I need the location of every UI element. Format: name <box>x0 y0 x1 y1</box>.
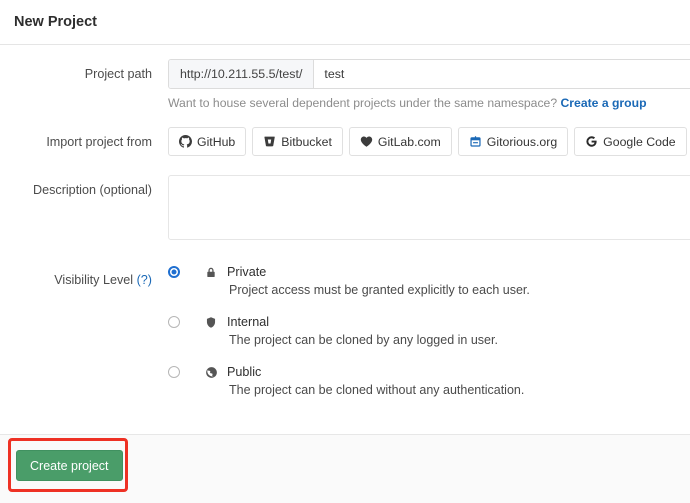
visibility-option-private-head: Private <box>168 265 690 279</box>
project-path-input-group[interactable]: http://10.211.55.5/test/ <box>168 59 690 90</box>
import-gitorious-button[interactable]: Gitorious.org <box>457 127 569 157</box>
import-project-control: GitHub Bitbucket GitLab.com Gitorious.or… <box>168 127 690 157</box>
import-gitorious-label: Gitorious.org <box>486 134 558 149</box>
visibility-option-private[interactable]: Private Project access must be granted e… <box>168 265 690 297</box>
import-bitbucket-button[interactable]: Bitbucket <box>252 127 343 157</box>
heart-icon <box>360 135 373 148</box>
project-path-prefix: http://10.211.55.5/test/ <box>169 60 315 89</box>
visibility-option-public[interactable]: Public The project can be cloned without… <box>168 365 690 397</box>
visibility-option-internal[interactable]: Internal The project can be cloned by an… <box>168 315 690 347</box>
visibility-private-desc: Project access must be granted explicitl… <box>229 283 530 298</box>
import-button-group: GitHub Bitbucket GitLab.com Gitorious.or… <box>168 127 690 157</box>
radio-private[interactable] <box>168 266 180 279</box>
visibility-label-text: Visibility Level <box>54 273 134 288</box>
description-control <box>168 175 690 245</box>
import-gitlab-button[interactable]: GitLab.com <box>348 127 452 157</box>
visibility-public-name: Public <box>227 365 262 380</box>
visibility-option-public-head: Public <box>168 365 690 379</box>
github-icon <box>179 135 192 149</box>
description-row: Description (optional) <box>0 175 690 245</box>
radio-public[interactable] <box>168 366 180 379</box>
import-gitlab-label: GitLab.com <box>377 134 441 149</box>
new-project-page: FREEBUF New Project Project path http://… <box>0 0 690 503</box>
create-project-button[interactable]: Create project <box>16 450 123 481</box>
footer-divider <box>0 434 690 435</box>
google-icon <box>585 135 598 148</box>
description-label: Description (optional) <box>33 183 152 198</box>
visibility-help-icon[interactable]: (?) <box>137 273 152 287</box>
panel-header: New Project <box>0 0 690 45</box>
import-github-label: GitHub <box>197 134 236 149</box>
lock-icon <box>204 265 218 279</box>
gitorious-icon <box>469 135 482 148</box>
import-project-row: Import project from GitHub Bitbucket Git… <box>0 127 690 157</box>
visibility-private-name: Private <box>227 265 267 280</box>
project-path-control: http://10.211.55.5/test/ Want to house s… <box>168 59 690 110</box>
bitbucket-icon <box>263 135 276 148</box>
import-bitbucket-label: Bitbucket <box>281 134 332 149</box>
shield-icon <box>204 315 218 329</box>
create-a-group-link[interactable]: Create a group <box>561 96 647 110</box>
visibility-row: Visibility Level (?) Private Project acc… <box>0 265 690 397</box>
page-title: New Project <box>14 14 97 30</box>
visibility-internal-name: Internal <box>227 315 270 330</box>
project-path-label: Project path <box>84 67 152 82</box>
description-textarea[interactable] <box>168 175 690 241</box>
visibility-public-desc: The project can be cloned without any au… <box>229 383 525 398</box>
new-project-form: Project path http://10.211.55.5/test/ Wa… <box>0 45 690 398</box>
import-google-code-button[interactable]: Google Code <box>574 127 687 157</box>
import-project-label: Import project from <box>46 135 152 150</box>
project-path-help: Want to house several dependent projects… <box>168 96 690 110</box>
visibility-option-internal-head: Internal <box>168 315 690 329</box>
visibility-internal-desc: The project can be cloned by any logged … <box>229 333 498 348</box>
project-path-row: Project path http://10.211.55.5/test/ Wa… <box>0 59 690 110</box>
globe-icon <box>204 365 218 379</box>
import-github-button[interactable]: GitHub <box>168 127 247 157</box>
project-path-help-text: Want to house several dependent projects… <box>168 96 561 111</box>
visibility-label: Visibility Level (?) <box>0 265 168 288</box>
import-google-code-label: Google Code <box>603 134 676 149</box>
project-path-input[interactable] <box>314 60 690 89</box>
radio-internal[interactable] <box>168 316 180 329</box>
visibility-options: Private Project access must be granted e… <box>168 265 690 397</box>
